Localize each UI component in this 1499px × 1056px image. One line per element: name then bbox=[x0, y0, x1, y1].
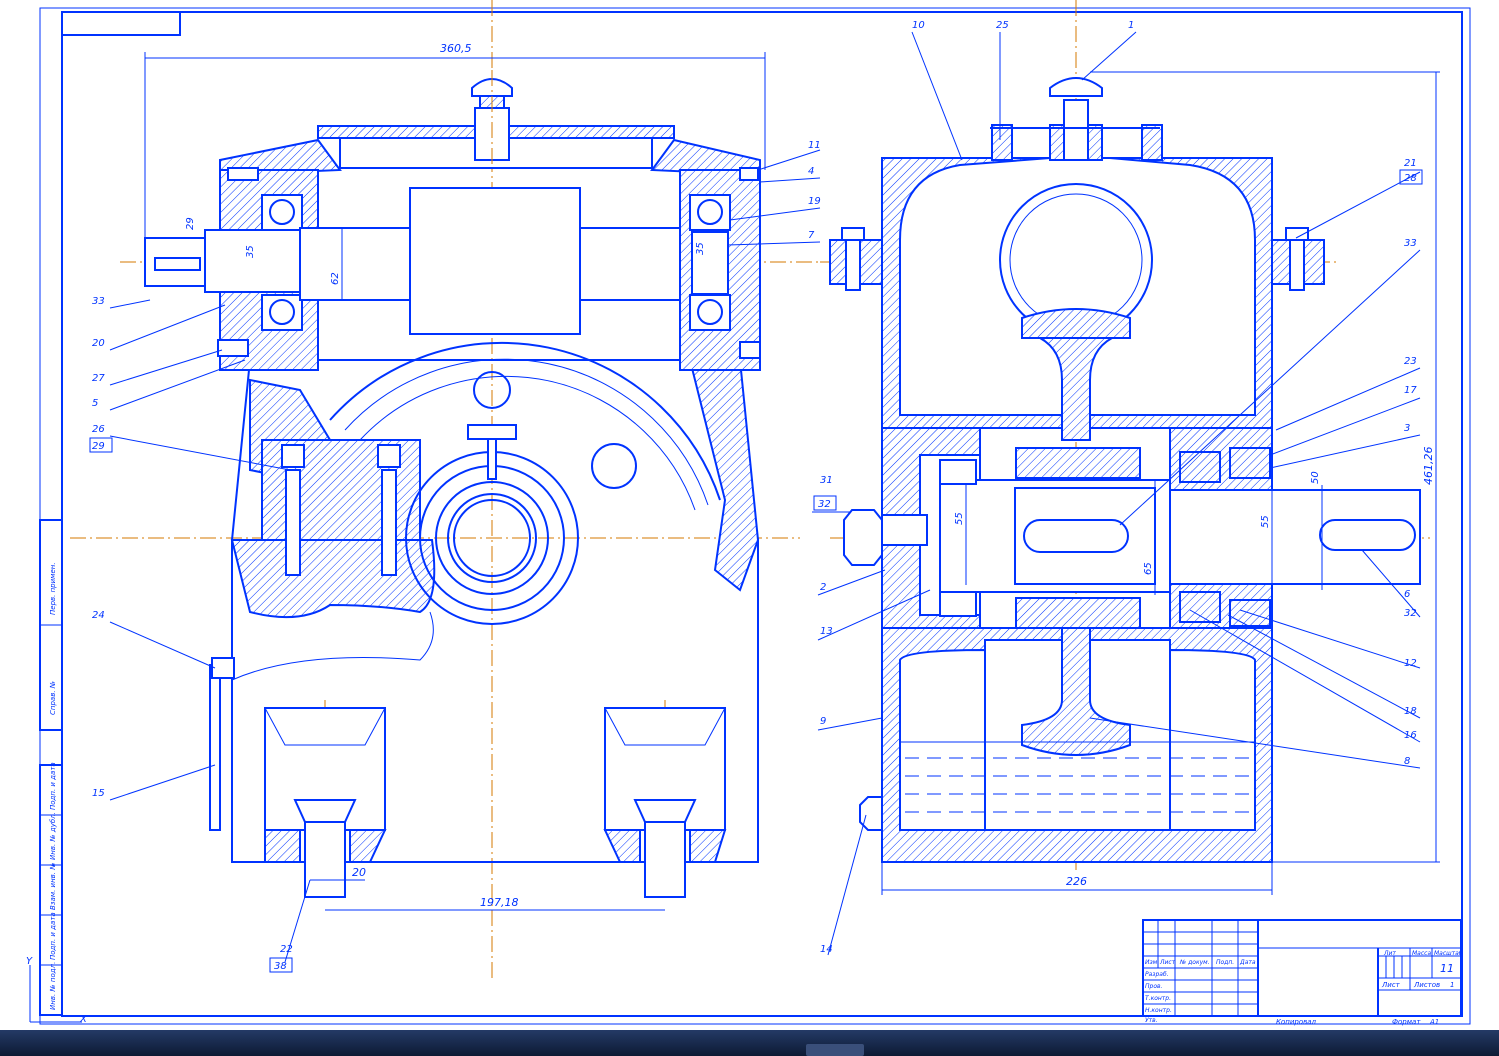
tb-role-3: Т.контр. bbox=[1145, 995, 1171, 1002]
dim-shaft-35: 35 bbox=[245, 245, 256, 258]
dim-shaft-55-right: 55 bbox=[1260, 515, 1271, 528]
callout-r-31: 31 bbox=[820, 475, 833, 486]
callout-r-12: 12 bbox=[1404, 658, 1417, 669]
callout-r-2: 2 bbox=[820, 582, 826, 593]
tb-col-list: Лист bbox=[1159, 959, 1176, 966]
callout-l-19: 19 bbox=[808, 196, 821, 207]
tb-role-2: Пров. bbox=[1145, 983, 1163, 990]
drawing-svg: Инв. № подл. Подп. и дата Взам. инв. № И… bbox=[26, 0, 1471, 1026]
tb-format: Формат bbox=[1392, 1018, 1421, 1026]
callout-r-6: 6 bbox=[1404, 589, 1410, 600]
callout-r-8: 8 bbox=[1404, 756, 1410, 767]
side-stamp-6: Справ. № bbox=[49, 681, 57, 715]
callout-r-25: 25 bbox=[996, 20, 1009, 31]
callout-l-7: 7 bbox=[808, 230, 815, 241]
callout-r-10: 10 bbox=[912, 20, 925, 31]
callout-l-20: 20 bbox=[92, 338, 105, 349]
tb-role-5: Утв. bbox=[1145, 1017, 1158, 1024]
tb-col-izm: Изм bbox=[1145, 959, 1158, 966]
tb-sheet-label: Лист bbox=[1381, 981, 1401, 989]
dim-shaft-29: 29 bbox=[185, 217, 196, 230]
taskbar bbox=[0, 1030, 1499, 1056]
callout-l-22: 22 bbox=[280, 944, 293, 955]
callout-r-23: 23 bbox=[1404, 356, 1417, 367]
ucs-x: X bbox=[79, 1014, 88, 1025]
side-stamp-2: Подп. и дата bbox=[49, 912, 57, 960]
dim-width-total: 360,5 bbox=[440, 42, 472, 55]
taskbar-button[interactable] bbox=[806, 1044, 864, 1056]
tb-col-doc: № докум. bbox=[1179, 959, 1210, 966]
right-view: 461,26 226 55 65 55 50 10 25 1 21 28 33 … bbox=[812, 0, 1440, 956]
tb-col-sign: Подп. bbox=[1216, 959, 1234, 966]
side-stamp-3: Взам. инв. № bbox=[49, 862, 57, 910]
dim-width-226: 226 bbox=[1066, 875, 1087, 888]
callout-r-33: 33 bbox=[1404, 238, 1417, 249]
dim-shaft-55-left: 55 bbox=[954, 512, 965, 525]
callout-r-3: 3 bbox=[1404, 423, 1410, 434]
dim-bolt-dia: 20 bbox=[352, 866, 366, 879]
dim-height-total: 461,26 bbox=[1422, 447, 1435, 486]
callout-r-9: 9 bbox=[820, 716, 826, 727]
drawing-canvas[interactable]: Инв. № подл. Подп. и дата Взам. инв. № И… bbox=[0, 0, 1499, 1030]
ucs-y: Y bbox=[26, 956, 33, 967]
side-stamp-4: Инв. № дубл. bbox=[49, 812, 57, 860]
dim-base-centers: 197,18 bbox=[480, 896, 519, 909]
title-block: Изм Лист № докум. Подп. Дата Разраб. Про… bbox=[1142, 919, 1463, 1026]
callout-r-13: 13 bbox=[820, 626, 833, 637]
top-left-stamp bbox=[61, 11, 181, 36]
callout-r-14: 14 bbox=[820, 944, 833, 955]
tb-sheets-label: Листов bbox=[1413, 981, 1440, 989]
tb-head-lit: Лит bbox=[1383, 950, 1396, 957]
tb-role-4: Н.контр. bbox=[1145, 1007, 1172, 1014]
callout-l-27: 27 bbox=[92, 373, 105, 384]
tb-sheet-number: 11 bbox=[1440, 962, 1454, 975]
side-stamp-5: Подп. и дата bbox=[49, 762, 57, 810]
callout-r-1: 1 bbox=[1128, 20, 1134, 31]
tb-sheets-count: 1 bbox=[1450, 981, 1454, 989]
tb-format-value: A1 bbox=[1429, 1018, 1439, 1026]
callout-r-32a: 32 bbox=[818, 499, 831, 510]
tb-copied: Копировал bbox=[1276, 1018, 1317, 1026]
tb-role-1: Разраб. bbox=[1145, 971, 1169, 978]
callout-l-24: 24 bbox=[92, 610, 105, 621]
callout-l-4: 4 bbox=[808, 166, 814, 177]
callout-r-18: 18 bbox=[1404, 706, 1417, 717]
left-view: 360,5 197,18 20 29 35 62 35 11 4 19 7 33… bbox=[70, 0, 821, 980]
callout-l-33: 33 bbox=[92, 296, 105, 307]
dim-shaft-65: 65 bbox=[1143, 562, 1154, 575]
callout-r-16: 16 bbox=[1404, 730, 1417, 741]
side-stamp-7: Перв. примен. bbox=[49, 562, 57, 615]
callout-r-32b: 32 bbox=[1404, 608, 1417, 619]
callout-l-26: 26 bbox=[92, 424, 105, 435]
dim-shaft-50: 50 bbox=[1310, 471, 1321, 484]
side-stamp-1: Инв. № подл. bbox=[49, 962, 57, 1010]
dim-shaft-35-right: 35 bbox=[695, 242, 706, 255]
tb-col-date: Дата bbox=[1239, 959, 1256, 966]
callout-l-29: 29 bbox=[92, 441, 105, 452]
callout-l-15: 15 bbox=[92, 788, 105, 799]
dim-shaft-62: 62 bbox=[330, 272, 341, 285]
callout-l-5: 5 bbox=[92, 398, 98, 409]
callout-r-21: 21 bbox=[1404, 158, 1417, 169]
callout-r-28: 28 bbox=[1404, 173, 1417, 184]
tb-head-mass: Масса bbox=[1412, 950, 1431, 957]
callout-l-38: 38 bbox=[274, 961, 287, 972]
tb-head-scale: Масштаб bbox=[1434, 950, 1463, 957]
callout-r-17: 17 bbox=[1404, 385, 1417, 396]
side-stamp: Инв. № подл. Подп. и дата Взам. инв. № И… bbox=[39, 519, 63, 1016]
callout-l-11: 11 bbox=[808, 140, 821, 151]
